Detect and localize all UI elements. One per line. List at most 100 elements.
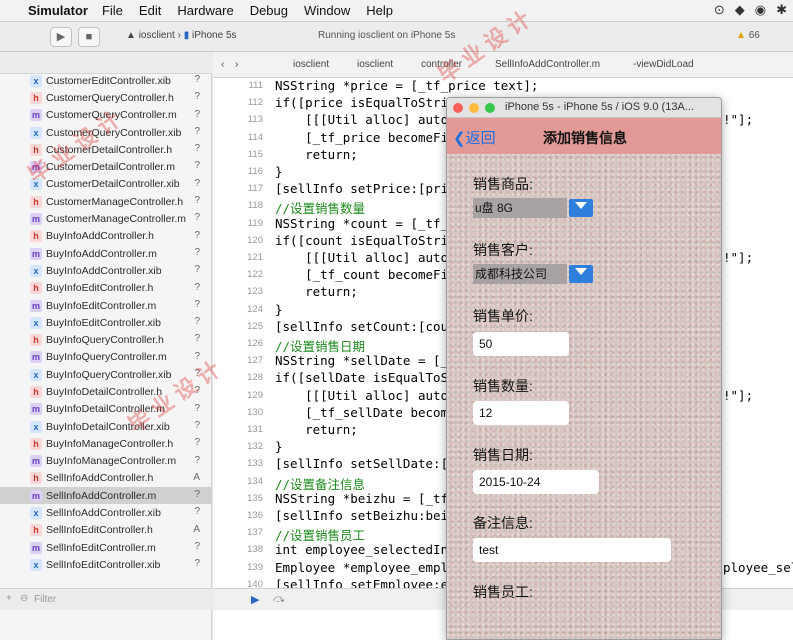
forward-nav-icon[interactable]: › bbox=[235, 59, 238, 70]
menu-debug[interactable]: Debug bbox=[250, 3, 288, 18]
scm-status: ? bbox=[194, 541, 200, 553]
file-row[interactable]: h CustomerQueryController.h? bbox=[0, 89, 212, 106]
file-row[interactable]: x CustomerDetailController.xib? bbox=[0, 176, 212, 193]
file-name: CustomerDetailController.m bbox=[46, 161, 175, 174]
customer-picker[interactable]: 成都科技公司 bbox=[473, 264, 567, 284]
sync-icon[interactable]: ◉ bbox=[755, 2, 766, 18]
code-text: return; bbox=[275, 146, 358, 162]
line-number: 119 bbox=[247, 217, 263, 229]
crumb-file[interactable]: SellInfoAddController.m bbox=[495, 59, 600, 70]
file-row[interactable]: x SellInfoEditController.xib? bbox=[0, 556, 212, 573]
file-row[interactable]: m CustomerManageController.m? bbox=[0, 210, 212, 227]
file-row[interactable]: h BuyInfoAddController.h? bbox=[0, 228, 212, 245]
file-name: BuyInfoDetailController.xib bbox=[46, 420, 170, 433]
close-window-icon[interactable] bbox=[453, 103, 463, 113]
file-row[interactable]: h BuyInfoDetailController.h? bbox=[0, 383, 212, 400]
line-number: 117 bbox=[247, 183, 263, 195]
code-text: //设置销售员工 bbox=[275, 528, 366, 544]
add-icon[interactable]: + bbox=[6, 593, 12, 604]
menu-edit[interactable]: Edit bbox=[139, 3, 161, 18]
file-row[interactable]: m SellInfoEditController.m? bbox=[0, 539, 212, 556]
file-row[interactable]: x CustomerQueryController.xib? bbox=[0, 124, 212, 141]
file-name: SellInfoEditController.xib bbox=[46, 558, 161, 571]
product-dropdown-button[interactable] bbox=[569, 199, 593, 217]
code-text: [[[Util alloc] auto bbox=[275, 112, 449, 128]
file-row[interactable]: x BuyInfoEditController.xib? bbox=[0, 314, 212, 331]
code-text: } bbox=[275, 439, 283, 455]
file-row[interactable]: m BuyInfoQueryController.m? bbox=[0, 349, 212, 366]
filter-input[interactable]: Filter bbox=[34, 594, 56, 605]
file-row[interactable]: m CustomerQueryController.m? bbox=[0, 107, 212, 124]
file-row[interactable]: h BuyInfoManageController.h? bbox=[0, 435, 212, 452]
file-row[interactable]: h BuyInfoEditController.h? bbox=[0, 280, 212, 297]
file-row[interactable]: m BuyInfoAddController.m? bbox=[0, 245, 212, 262]
bluetooth-icon[interactable]: ✱ bbox=[776, 2, 787, 18]
file-name: SellInfoEditController.m bbox=[46, 541, 156, 554]
breakpoint-toggle-icon[interactable]: ▶ bbox=[251, 593, 259, 606]
line-number: 134 bbox=[247, 475, 263, 487]
product-picker[interactable]: u盘 8G bbox=[473, 198, 567, 218]
file-row[interactable]: x BuyInfoAddController.xib? bbox=[0, 262, 212, 279]
code-text-tail: !"]; bbox=[723, 387, 754, 403]
stop-button[interactable]: ■ bbox=[78, 27, 100, 47]
xib-file-icon: x bbox=[30, 264, 42, 277]
zoom-window-icon[interactable] bbox=[485, 103, 495, 113]
minimize-window-icon[interactable] bbox=[469, 103, 479, 113]
xib-file-icon: x bbox=[30, 178, 42, 191]
back-nav-icon[interactable]: ‹ bbox=[221, 59, 224, 70]
menu-file[interactable]: File bbox=[102, 3, 123, 18]
file-row[interactable]: h CustomerDetailController.h? bbox=[0, 141, 212, 158]
file-row[interactable]: m BuyInfoManageController.m? bbox=[0, 453, 212, 470]
file-row[interactable]: x BuyInfoDetailController.xib? bbox=[0, 418, 212, 435]
scm-status: ? bbox=[194, 454, 200, 466]
menu-app-name[interactable]: Simulator bbox=[28, 3, 88, 18]
file-row[interactable]: h CustomerManageController.h? bbox=[0, 193, 212, 210]
file-row[interactable]: m BuyInfoDetailController.m? bbox=[0, 401, 212, 418]
date-field[interactable]: 2015-10-24 bbox=[473, 470, 599, 494]
file-row[interactable]: x SellInfoAddController.xib? bbox=[0, 504, 212, 521]
file-row[interactable]: h SellInfoAddController.h A bbox=[0, 470, 212, 487]
file-name: CustomerQueryController.m bbox=[46, 109, 177, 122]
line-number: 138 bbox=[247, 544, 263, 556]
file-row[interactable]: h SellInfoEditController.h A bbox=[0, 522, 212, 539]
chevron-right-icon: › bbox=[177, 30, 181, 41]
code-text: NSString *count = [_tf_ bbox=[275, 215, 449, 231]
dropbox-icon[interactable]: ◆ bbox=[735, 2, 745, 18]
source-file-icon: m bbox=[30, 161, 42, 174]
code-text: [sellInfo setPrice:[pri bbox=[275, 181, 449, 197]
header-file-icon: h bbox=[30, 91, 42, 104]
warning-badge[interactable]: ▲ 66 bbox=[736, 30, 760, 41]
file-row[interactable]: m SellInfoAddController.m? bbox=[0, 487, 212, 505]
customer-dropdown-button[interactable] bbox=[569, 265, 593, 283]
code-text: return; bbox=[275, 284, 358, 300]
file-row[interactable]: m BuyInfoEditController.m? bbox=[0, 297, 212, 314]
count-field[interactable]: 12 bbox=[473, 401, 569, 425]
file-row[interactable]: x CustomerEditController.xib? bbox=[0, 72, 212, 89]
file-row[interactable]: h BuyInfoQueryController.h? bbox=[0, 331, 212, 348]
scm-status: A bbox=[193, 471, 200, 483]
step-over-icon[interactable]: ⤼ bbox=[273, 593, 285, 606]
run-button[interactable]: ▶ bbox=[50, 27, 72, 47]
scm-status: ? bbox=[194, 108, 200, 120]
menu-help[interactable]: Help bbox=[366, 3, 393, 18]
file-row[interactable]: m CustomerDetailController.m? bbox=[0, 158, 212, 175]
code-text: NSString *price = [_tf_price text]; bbox=[275, 78, 539, 93]
note-field[interactable]: test bbox=[473, 538, 671, 562]
crumb-project[interactable]: iosclient bbox=[293, 59, 329, 70]
scheme-selector[interactable]: ▲ iosclient › ▮ iPhone 5s bbox=[126, 30, 237, 41]
crumb-folder[interactable]: controller bbox=[421, 59, 462, 70]
menu-extra-icon[interactable]: ⊙ bbox=[714, 2, 725, 18]
header-file-icon: h bbox=[30, 437, 42, 450]
price-field[interactable]: 50 bbox=[473, 332, 569, 356]
xcode-toolbar: ▶ ■ ▲ iosclient › ▮ iPhone 5s Running io… bbox=[0, 22, 793, 52]
menu-window[interactable]: Window bbox=[304, 3, 350, 18]
code-text: if([count isEqualToStri bbox=[275, 232, 449, 248]
menu-hardware[interactable]: Hardware bbox=[177, 3, 233, 18]
file-name: CustomerEditController.xib bbox=[46, 74, 171, 87]
crumb-group[interactable]: iosclient bbox=[357, 59, 393, 70]
crumb-method[interactable]: -viewDidLoad bbox=[633, 59, 694, 70]
simulator-title: iPhone 5s - iPhone 5s / iOS 9.0 (13A... bbox=[505, 101, 694, 113]
file-row[interactable]: x BuyInfoQueryController.xib? bbox=[0, 366, 212, 383]
scm-status: ? bbox=[194, 506, 200, 518]
source-file-icon: m bbox=[30, 213, 42, 226]
